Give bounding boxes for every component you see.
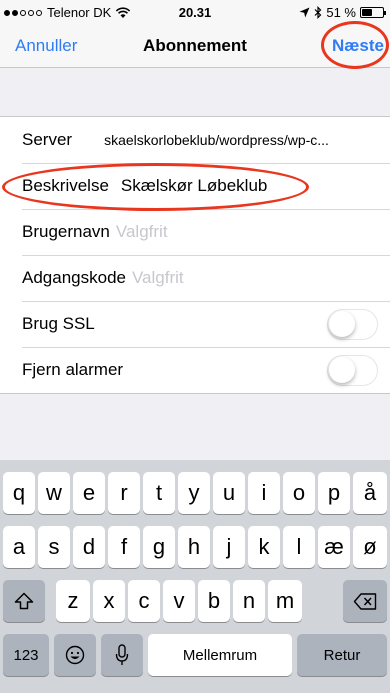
- location-arrow-icon: [299, 7, 310, 18]
- key-o[interactable]: o: [283, 472, 315, 514]
- remove-alarms-toggle[interactable]: [327, 355, 378, 386]
- key-ae[interactable]: æ: [318, 526, 350, 568]
- key-a[interactable]: a: [3, 526, 35, 568]
- status-bar: Telenor DK 20.31 51 %: [0, 0, 390, 24]
- dictation-key[interactable]: [101, 634, 143, 676]
- backspace-icon: [353, 592, 377, 610]
- subscription-form: Server skaelskorlobeklub/wordpress/wp-c.…: [0, 116, 390, 394]
- key-x[interactable]: x: [93, 580, 125, 622]
- next-highlight-circle: [321, 21, 389, 69]
- key-q[interactable]: q: [3, 472, 35, 514]
- status-right: 51 %: [299, 5, 386, 20]
- remove-alarms-label: Fjern alarmer: [22, 360, 124, 379]
- password-row[interactable]: Adgangskode Valgfrit: [0, 255, 390, 301]
- username-label: Brugernavn: [22, 222, 110, 241]
- key-g[interactable]: g: [143, 526, 175, 568]
- bluetooth-icon: [314, 6, 322, 19]
- ssl-label: Brug SSL: [22, 314, 95, 333]
- space-key[interactable]: Mellemrum: [148, 634, 292, 676]
- key-v[interactable]: v: [163, 580, 195, 622]
- key-p[interactable]: p: [318, 472, 350, 514]
- password-field[interactable]: Valgfrit: [132, 268, 184, 288]
- username-row[interactable]: Brugernavn Valgfrit: [0, 209, 390, 255]
- toggle-knob: [329, 357, 355, 383]
- key-z[interactable]: z: [56, 580, 90, 622]
- key-k[interactable]: k: [248, 526, 280, 568]
- emoji-key[interactable]: [54, 634, 96, 676]
- battery-icon: [360, 7, 386, 18]
- key-e[interactable]: e: [73, 472, 105, 514]
- key-oe[interactable]: ø: [353, 526, 387, 568]
- key-l[interactable]: l: [283, 526, 315, 568]
- numbers-key[interactable]: 123: [3, 634, 49, 676]
- ssl-toggle[interactable]: [327, 309, 378, 340]
- return-key[interactable]: Retur: [297, 634, 387, 676]
- description-highlight-circle: [2, 163, 309, 211]
- backspace-key[interactable]: [343, 580, 387, 622]
- key-y[interactable]: y: [178, 472, 210, 514]
- server-field[interactable]: skaelskorlobeklub/wordpress/wp-c...: [104, 132, 329, 148]
- server-row[interactable]: Server skaelskorlobeklub/wordpress/wp-c.…: [0, 117, 390, 163]
- key-t[interactable]: t: [143, 472, 175, 514]
- shift-key[interactable]: [3, 580, 45, 622]
- key-j[interactable]: j: [213, 526, 245, 568]
- key-w[interactable]: w: [38, 472, 70, 514]
- keyboard: q w e r t y u i o p å a s d f g h j k l …: [0, 460, 390, 693]
- key-d[interactable]: d: [73, 526, 105, 568]
- key-i[interactable]: i: [248, 472, 280, 514]
- key-u[interactable]: u: [213, 472, 245, 514]
- key-aa[interactable]: å: [353, 472, 387, 514]
- key-b[interactable]: b: [198, 580, 230, 622]
- key-m[interactable]: m: [268, 580, 302, 622]
- shift-icon: [14, 592, 34, 610]
- battery-percent: 51 %: [326, 5, 356, 20]
- key-s[interactable]: s: [38, 526, 70, 568]
- toggle-knob: [329, 311, 355, 337]
- microphone-icon: [115, 644, 129, 665]
- key-r[interactable]: r: [108, 472, 140, 514]
- key-c[interactable]: c: [128, 580, 160, 622]
- password-label: Adgangskode: [22, 268, 126, 287]
- ssl-row: Brug SSL: [0, 301, 390, 347]
- emoji-icon: [65, 645, 85, 665]
- key-n[interactable]: n: [233, 580, 265, 622]
- remove-alarms-row: Fjern alarmer: [0, 347, 390, 393]
- key-f[interactable]: f: [108, 526, 140, 568]
- key-h[interactable]: h: [178, 526, 210, 568]
- username-field[interactable]: Valgfrit: [116, 222, 168, 242]
- server-label: Server: [22, 130, 73, 149]
